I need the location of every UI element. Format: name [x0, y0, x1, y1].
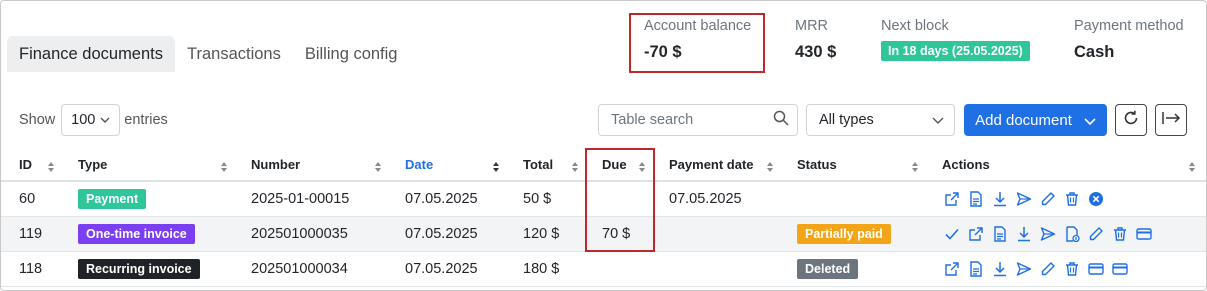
- row-actions: [940, 217, 1156, 251]
- type-badge: Recurring invoice: [78, 259, 200, 279]
- edit-icon[interactable]: [1036, 257, 1060, 281]
- next-block-badge: In 18 days (25.05.2025): [881, 41, 1030, 61]
- next-block-stat: Next block In 18 days (25.05.2025): [881, 18, 1030, 61]
- sort-icon[interactable]: [1188, 161, 1196, 173]
- edit-icon[interactable]: [1036, 187, 1060, 211]
- sort-active-icon[interactable]: [492, 161, 500, 173]
- credit-note-icon[interactable]: [1060, 222, 1084, 246]
- table-row: 118 Recurring invoice 202501000034 07.05.20…: [1, 252, 1206, 287]
- tab-billing-config[interactable]: Billing config: [293, 36, 410, 72]
- tab-bar: Finance documents Transactions Billing c…: [7, 36, 409, 72]
- open-external-icon[interactable]: [940, 257, 964, 281]
- download-icon[interactable]: [988, 257, 1012, 281]
- add-document-label: Add document: [975, 111, 1072, 129]
- cell-id: 118: [19, 261, 43, 277]
- cell-total: 50 $: [523, 191, 552, 207]
- type-badge: Payment: [78, 189, 147, 209]
- cell-date: 07.05.2025: [405, 261, 478, 277]
- sort-icon[interactable]: [220, 161, 228, 173]
- cell-date: 07.05.2025: [405, 226, 478, 242]
- tab-transactions[interactable]: Transactions: [175, 36, 293, 72]
- expand-panel-button[interactable]: [1155, 104, 1187, 136]
- next-block-label: Next block: [881, 18, 949, 34]
- cell-payment-date: 07.05.2025: [669, 191, 742, 207]
- credit-card-icon[interactable]: [1084, 257, 1108, 281]
- refresh-icon: [1122, 109, 1140, 132]
- cell-number[interactable]: 202501000035: [251, 217, 348, 251]
- mrr-stat: MRR 430 $: [795, 18, 836, 62]
- sort-icon[interactable]: [766, 161, 774, 173]
- mrr-value: 430 $: [795, 43, 837, 61]
- download-icon[interactable]: [988, 187, 1012, 211]
- credit-card-icon[interactable]: [1108, 257, 1132, 281]
- credit-card-icon[interactable]: [1132, 222, 1156, 246]
- show-label: Show: [19, 112, 56, 128]
- column-header-number[interactable]: Number: [251, 149, 300, 180]
- open-external-icon[interactable]: [964, 222, 988, 246]
- column-header-total[interactable]: Total: [523, 149, 553, 180]
- type-filter-value: All types: [819, 112, 874, 128]
- document-icon[interactable]: [964, 257, 988, 281]
- mrr-label: MRR: [795, 18, 829, 34]
- table-search[interactable]: [598, 104, 798, 136]
- column-header-id[interactable]: ID: [19, 149, 32, 180]
- entries-control: Show 100 entries: [19, 104, 168, 136]
- due-column-highlight: [585, 148, 655, 252]
- tab-finance-documents[interactable]: Finance documents: [7, 36, 175, 72]
- search-icon[interactable]: [773, 110, 789, 130]
- delete-icon[interactable]: [1060, 187, 1084, 211]
- add-document-button[interactable]: Add document: [964, 104, 1107, 136]
- cancel-circle-icon[interactable]: [1084, 187, 1108, 211]
- status-badge: Partially paid: [797, 224, 891, 244]
- edit-icon[interactable]: [1084, 222, 1108, 246]
- payment-method-label: Payment method: [1074, 18, 1184, 34]
- sort-icon[interactable]: [374, 161, 382, 173]
- column-header-status[interactable]: Status: [797, 149, 837, 180]
- table-search-input[interactable]: [611, 112, 773, 128]
- column-header-payment-date[interactable]: Payment date: [669, 149, 754, 180]
- delete-icon[interactable]: [1108, 222, 1132, 246]
- send-icon[interactable]: [1012, 187, 1036, 211]
- send-icon[interactable]: [1012, 257, 1036, 281]
- row-actions: [940, 182, 1108, 216]
- cell-number[interactable]: 202501000034: [251, 252, 348, 286]
- row-actions: [940, 252, 1132, 286]
- document-icon[interactable]: [964, 187, 988, 211]
- refresh-button[interactable]: [1115, 104, 1147, 136]
- send-icon[interactable]: [1036, 222, 1060, 246]
- cell-id: 60: [19, 191, 36, 207]
- check-icon[interactable]: [940, 222, 964, 246]
- cell-total: 180 $: [523, 261, 560, 277]
- status-badge: Deleted: [797, 259, 859, 279]
- column-header-actions[interactable]: Actions: [942, 149, 990, 180]
- sort-icon[interactable]: [47, 161, 55, 173]
- document-icon[interactable]: [988, 222, 1012, 246]
- entries-label: entries: [124, 112, 168, 128]
- type-badge: One-time invoice: [78, 224, 195, 244]
- payment-method-value: Cash: [1074, 43, 1115, 61]
- chevron-down-icon: [932, 112, 944, 128]
- sort-icon[interactable]: [911, 161, 919, 173]
- column-header-type[interactable]: Type: [78, 149, 107, 180]
- download-icon[interactable]: [1012, 222, 1036, 246]
- cell-total: 120 $: [523, 226, 560, 242]
- cell-date: 07.05.2025: [405, 191, 478, 207]
- entries-select[interactable]: 100: [61, 104, 121, 136]
- chevron-down-icon: [1084, 112, 1096, 129]
- delete-icon[interactable]: [1060, 257, 1084, 281]
- sort-icon[interactable]: [571, 161, 579, 173]
- chevron-down-icon: [100, 115, 110, 126]
- entries-value: 100: [71, 112, 96, 128]
- open-external-icon[interactable]: [940, 187, 964, 211]
- cell-id: 119: [19, 226, 43, 242]
- payment-method-stat: Payment method Cash: [1074, 18, 1184, 62]
- account-balance-highlight: [629, 13, 765, 73]
- type-filter-select[interactable]: All types: [806, 104, 955, 136]
- cell-number[interactable]: 2025-01-00015: [251, 182, 349, 216]
- arrow-right-to-line-icon: [1161, 111, 1181, 130]
- column-header-date[interactable]: Date: [405, 149, 433, 180]
